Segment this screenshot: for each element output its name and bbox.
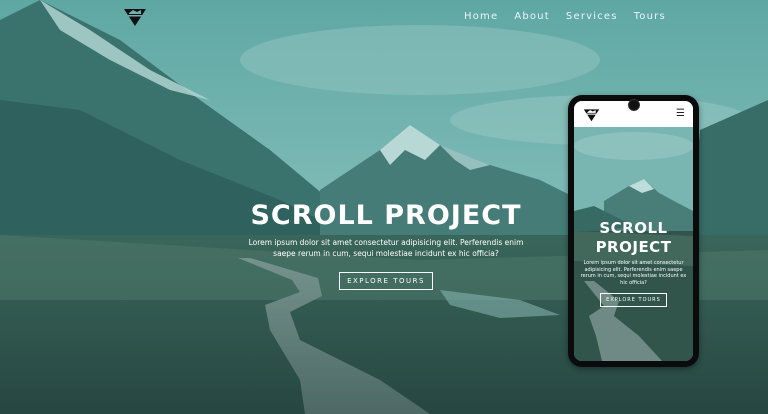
phone-mockup: ☰ SCROLL PROJECT Lorem ipsum dolor sit a… xyxy=(568,95,699,367)
logo-icon[interactable] xyxy=(123,7,147,27)
hero-title: SCROLL PROJECT xyxy=(250,200,522,231)
phone-screen: ☰ SCROLL PROJECT Lorem ipsum dolor sit a… xyxy=(574,101,693,361)
phone-title-line2: PROJECT xyxy=(595,238,672,256)
phone-title-line1: SCROLL xyxy=(599,219,668,237)
nav-link-about[interactable]: About xyxy=(514,11,550,22)
phone-hero-text: Lorem ipsum dolor sit amet consectetur a… xyxy=(580,260,687,286)
phone-hero: SCROLL PROJECT Lorem ipsum dolor sit ame… xyxy=(574,219,693,307)
hero-banner: SCROLL PROJECT Lorem ipsum dolor sit ame… xyxy=(240,198,532,290)
phone-logo-icon[interactable] xyxy=(583,107,600,122)
phone-explore-tours-button[interactable]: EXPLORE TOURS xyxy=(600,293,667,307)
nav-link-services[interactable]: Services xyxy=(566,11,618,22)
nav-link-home[interactable]: Home xyxy=(464,11,498,22)
hamburger-menu-icon[interactable]: ☰ xyxy=(676,108,685,120)
main-nav: Home About Services Tours xyxy=(464,11,666,22)
hero-text: Lorem ipsum dolor sit amet consectetur a… xyxy=(248,238,524,258)
explore-tours-button[interactable]: EXPLORE TOURS xyxy=(339,272,433,290)
camera-notch-icon xyxy=(628,99,640,111)
nav-link-tours[interactable]: Tours xyxy=(634,11,666,22)
